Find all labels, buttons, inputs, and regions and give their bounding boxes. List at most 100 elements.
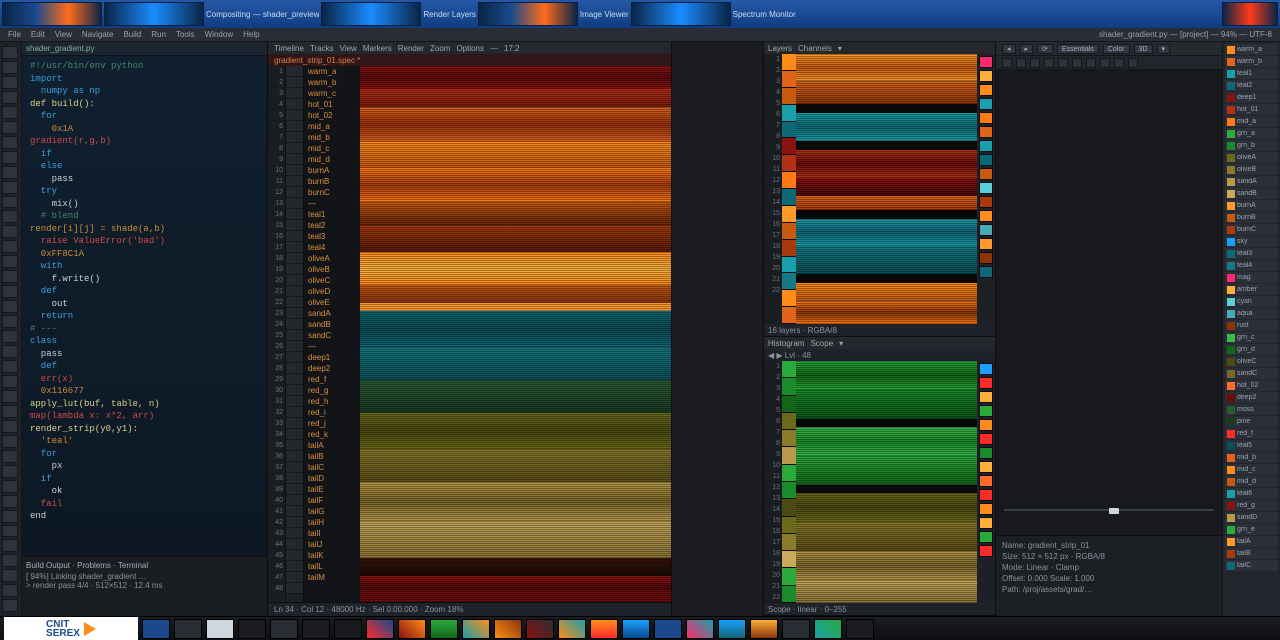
gutter-marker[interactable] [286, 385, 303, 396]
gutter-marker[interactable] [286, 132, 303, 143]
rail-tool[interactable] [2, 345, 18, 358]
swatch-row[interactable]: sandB [1225, 188, 1278, 199]
swatch-row[interactable]: teal4 [1225, 260, 1278, 271]
spectrum-band[interactable] [360, 107, 671, 142]
spectrum-band[interactable] [796, 274, 977, 283]
inspector-head-button[interactable]: ▸ [1020, 44, 1034, 54]
palette-swatch[interactable] [782, 122, 796, 139]
menu-item[interactable]: View [55, 30, 72, 39]
gutter-marker[interactable] [286, 297, 303, 308]
rail-tool[interactable] [2, 360, 18, 373]
spectrum-band[interactable] [796, 390, 977, 419]
gutter-marker[interactable] [286, 231, 303, 242]
gutter-marker[interactable] [286, 154, 303, 165]
layers-chips[interactable] [977, 54, 995, 324]
gutter-marker[interactable] [286, 495, 303, 506]
spectrum-tab[interactable]: gradient_strip_01.spec * [274, 56, 360, 65]
code-line[interactable]: # blend [24, 210, 265, 223]
spectrum-band[interactable] [796, 141, 977, 150]
rail-tool[interactable] [2, 46, 18, 59]
swatch-row[interactable]: sandD [1225, 512, 1278, 523]
rail-tool[interactable] [2, 136, 18, 149]
track-label[interactable]: oliveC [304, 275, 360, 286]
spectrum-band[interactable] [796, 580, 977, 603]
rail-tool[interactable] [2, 584, 18, 597]
histogram-controls[interactable]: ◀ ▶ Lvl · 48 [764, 349, 995, 361]
code-line[interactable]: import [24, 73, 265, 86]
swatch-row[interactable]: rust [1225, 320, 1278, 331]
color-chip[interactable] [979, 363, 993, 375]
code-line[interactable]: return [24, 310, 265, 323]
color-chip[interactable] [979, 531, 993, 543]
console-head[interactable]: Build Output · Problems · Terminal [26, 561, 263, 570]
swatch-row[interactable]: pine [1225, 416, 1278, 427]
color-chip[interactable] [979, 112, 993, 124]
code-line[interactable]: try [24, 185, 265, 198]
rail-tool[interactable] [2, 166, 18, 179]
spectrum-band[interactable] [796, 104, 977, 113]
layers-canvas[interactable] [796, 54, 977, 324]
rail-tool[interactable] [2, 465, 18, 478]
taskbar-app-icon[interactable] [718, 619, 746, 639]
titlebar-tab[interactable]: Image Viewer [580, 10, 629, 19]
code-line[interactable]: pass [24, 173, 265, 186]
gutter-marker[interactable] [286, 187, 303, 198]
palette-swatch[interactable] [782, 138, 796, 155]
code-line[interactable]: render_strip(y0,y1): [24, 423, 265, 436]
taskbar-app-icon[interactable] [462, 619, 490, 639]
taskbar-app-icon[interactable] [494, 619, 522, 639]
code-line[interactable]: f.write() [24, 273, 265, 286]
gutter-marker[interactable] [286, 528, 303, 539]
track-label[interactable]: tailF [304, 495, 360, 506]
menu-item[interactable]: Navigate [82, 30, 114, 39]
gutter-marker[interactable] [286, 572, 303, 583]
code-line[interactable]: raise ValueError('bad') [24, 235, 265, 248]
gutter-marker[interactable] [286, 473, 303, 484]
rail-tool[interactable] [2, 300, 18, 313]
code-line[interactable]: end [24, 510, 265, 523]
menu-item[interactable]: Window [205, 30, 233, 39]
color-chip[interactable] [979, 224, 993, 236]
gutter-marker[interactable] [286, 88, 303, 99]
palette-swatch[interactable] [782, 586, 796, 603]
gutter-marker[interactable] [286, 99, 303, 110]
rail-tool[interactable] [2, 225, 18, 238]
code-line[interactable]: 'teal' [24, 435, 265, 448]
gutter-marker[interactable] [286, 66, 303, 77]
track-label[interactable]: tailG [304, 506, 360, 517]
gutter-marker[interactable] [286, 143, 303, 154]
editor-tab[interactable]: shader_gradient.py [22, 42, 267, 56]
rail-tool[interactable] [2, 435, 18, 448]
panel-head-item[interactable]: Channels [798, 44, 832, 53]
code-line[interactable]: with [24, 260, 265, 273]
swatch-row[interactable]: amber [1225, 284, 1278, 295]
taskbar-app-icon[interactable] [590, 619, 618, 639]
rail-tool[interactable] [2, 480, 18, 493]
gutter-marker[interactable] [286, 429, 303, 440]
palette-swatch[interactable] [782, 307, 796, 324]
color-chip[interactable] [979, 433, 993, 445]
spectrum-band[interactable] [796, 210, 977, 219]
code-line[interactable]: pass [24, 348, 265, 361]
menu-item[interactable]: Run [151, 30, 166, 39]
swatch-row[interactable]: sky [1225, 236, 1278, 247]
rail-tool[interactable] [2, 210, 18, 223]
titlebar-thumb[interactable] [2, 2, 102, 26]
palette-swatch[interactable] [782, 88, 796, 105]
gutter-marker[interactable] [286, 451, 303, 462]
code-line[interactable]: numpy as np [24, 85, 265, 98]
swatch-row[interactable]: sandC [1225, 368, 1278, 379]
track-label[interactable]: oliveE [304, 297, 360, 308]
spectrum-band[interactable] [796, 493, 977, 522]
palette-swatch[interactable] [782, 189, 796, 206]
inspector-tool-icon[interactable] [1030, 58, 1040, 68]
palette-swatch[interactable] [782, 430, 796, 447]
gutter-marker[interactable] [286, 286, 303, 297]
spectrum-band[interactable] [360, 590, 671, 602]
gutter-marker[interactable] [286, 110, 303, 121]
rail-tool[interactable] [2, 390, 18, 403]
swatch-list[interactable]: warm_awarm_bteal1teal2deep1hot_01mid_agr… [1222, 42, 1280, 616]
code-line[interactable]: ok [24, 485, 265, 498]
swatch-row[interactable]: cyan [1225, 296, 1278, 307]
gutter-marker[interactable] [286, 561, 303, 572]
